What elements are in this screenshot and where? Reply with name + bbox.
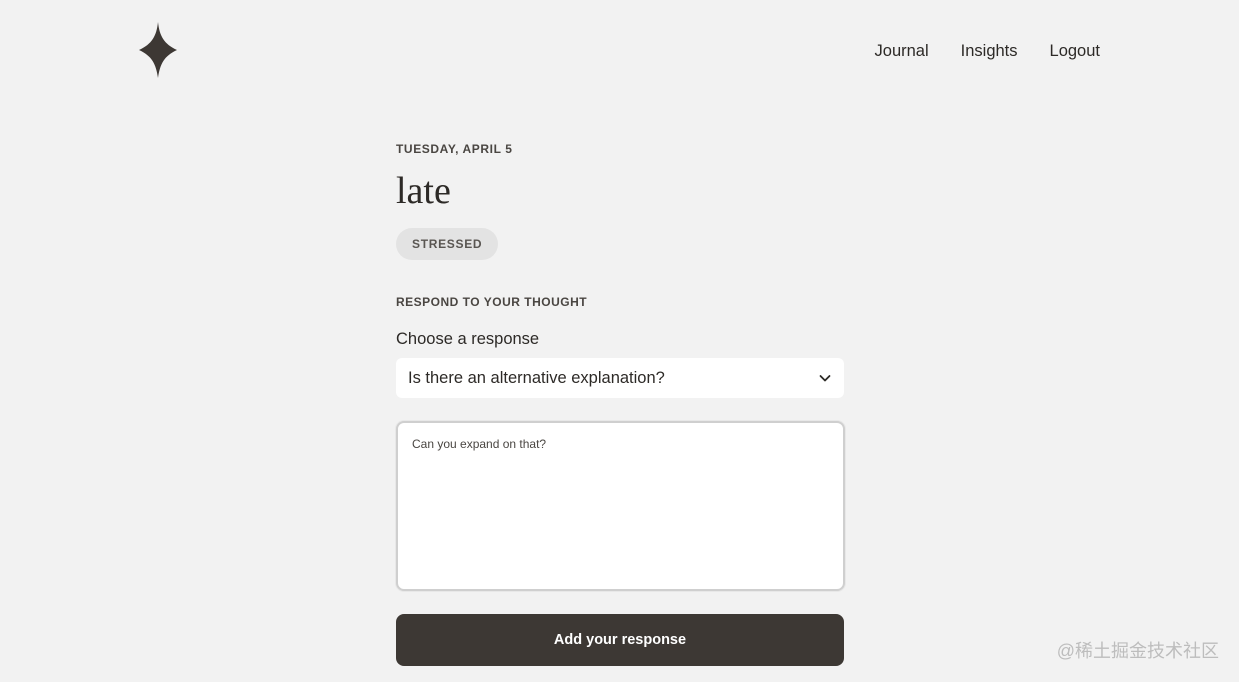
response-textarea[interactable]: Can you expand on that?: [396, 421, 845, 591]
star-logo-icon[interactable]: [139, 22, 177, 78]
entry-date: TUESDAY, APRIL 5: [396, 142, 513, 156]
entry-panel: TUESDAY, APRIL 5 late STRESSED RESPOND T…: [396, 142, 845, 666]
page: Journal Insights Logout TUESDAY, APRIL 5…: [0, 0, 1239, 682]
nav-insights-link[interactable]: Insights: [961, 41, 1018, 61]
nav-journal-link[interactable]: Journal: [875, 41, 929, 61]
watermark: @稀土掘金技术社区: [1056, 641, 1219, 661]
mood-badge: STRESSED: [396, 228, 499, 260]
response-select[interactable]: Is there an alternative explanation?: [396, 358, 844, 398]
response-select-value: Is there an alternative explanation?: [408, 368, 665, 387]
respond-section-label: RESPOND TO YOUR THOUGHT: [396, 295, 588, 309]
entry-title: late: [396, 170, 451, 212]
choose-response-label: Choose a response: [396, 330, 540, 348]
top-nav: Journal Insights Logout: [875, 41, 1100, 61]
add-response-button[interactable]: Add your response: [396, 614, 844, 666]
chevron-down-icon: [819, 375, 831, 382]
response-textarea-placeholder: Can you expand on that?: [412, 437, 547, 451]
nav-logout-link[interactable]: Logout: [1050, 41, 1100, 61]
